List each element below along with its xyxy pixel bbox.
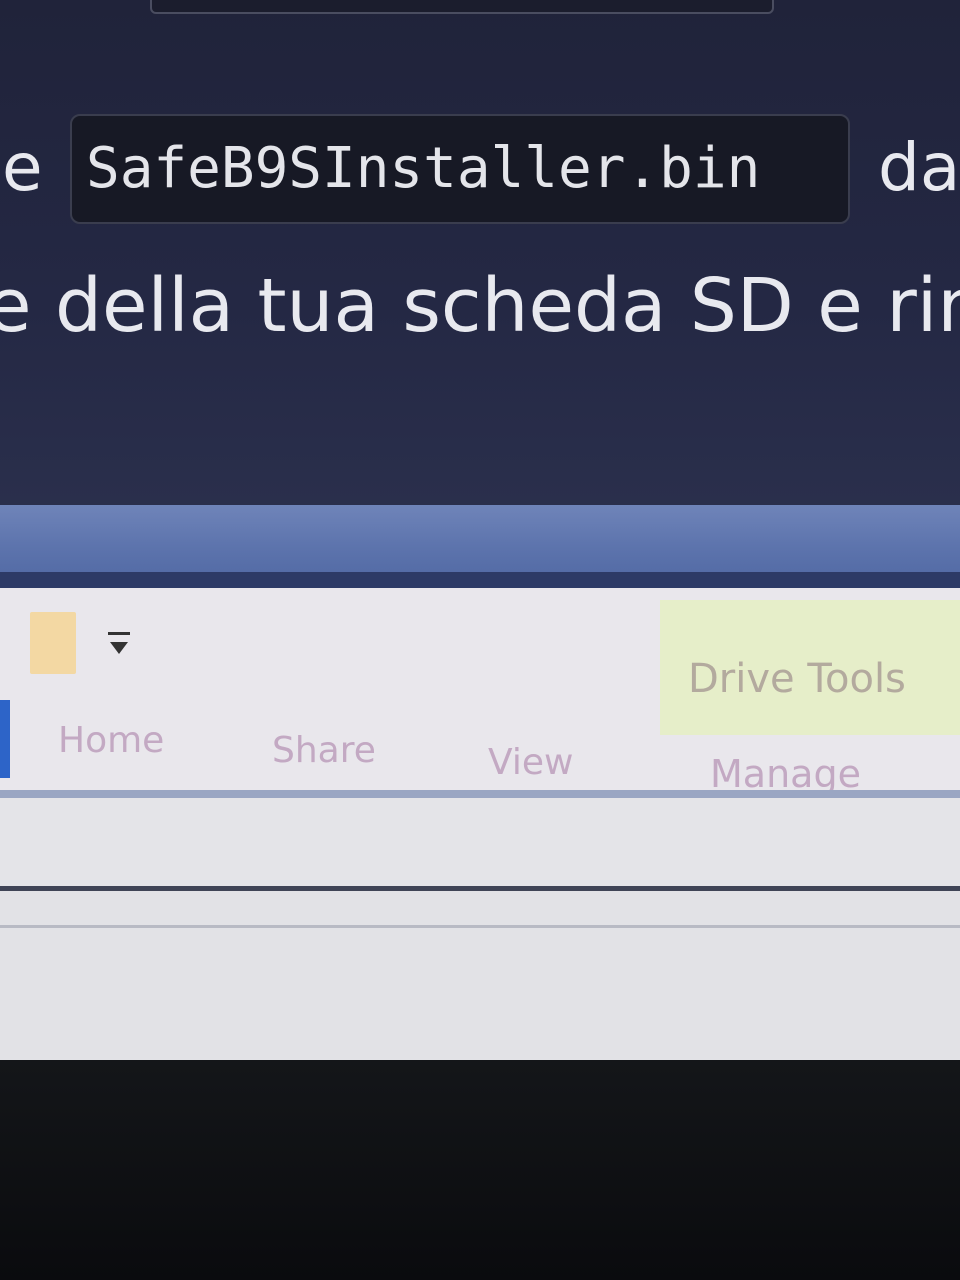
file-tab-edge[interactable]	[0, 700, 10, 778]
contextual-tab-group: Drive Tools	[660, 600, 960, 735]
dropdown-bar	[108, 632, 130, 635]
instruction-line-2: e della tua scheda SD e rin	[0, 263, 960, 349]
ribbon-border	[0, 790, 960, 798]
code-block-edge	[150, 0, 774, 14]
screen-photo: e SafeB9SInstaller.bin da e della tua sc…	[0, 0, 960, 1280]
content-divider	[0, 925, 960, 928]
chevron-down-icon[interactable]	[104, 628, 136, 662]
drive-tools-label: Drive Tools	[688, 656, 906, 702]
guide-page: e SafeB9SInstaller.bin da e della tua sc…	[0, 0, 960, 505]
ribbon-collapsed-area	[0, 798, 960, 894]
file-list-area[interactable]	[0, 891, 960, 1071]
folder-icon[interactable]	[30, 612, 76, 674]
titlebar-edge	[0, 572, 960, 588]
instruction-text-before: e	[2, 129, 43, 206]
instruction-text-after: da	[878, 129, 960, 206]
monitor-bezel	[0, 1060, 960, 1280]
dropdown-triangle	[110, 642, 128, 654]
tab-home[interactable]: Home	[58, 720, 164, 761]
tab-view[interactable]: View	[488, 742, 573, 783]
filename-code: SafeB9SInstaller.bin	[70, 114, 850, 224]
tab-share[interactable]: Share	[272, 730, 376, 771]
